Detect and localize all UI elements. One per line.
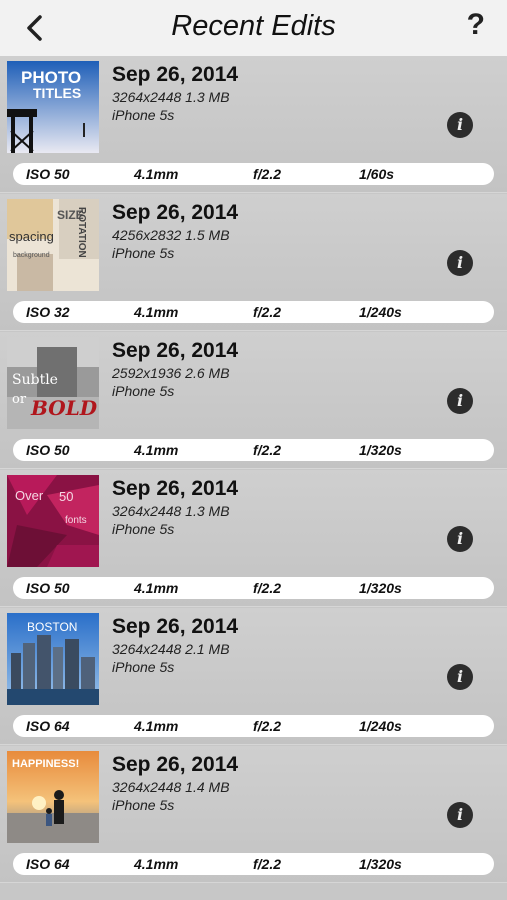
- thumb-text: BOLD: [30, 396, 98, 420]
- thumb-text: HAPPINESS!: [12, 758, 79, 770]
- thumb-text: TITLES: [33, 85, 81, 101]
- thumb-text: Over: [15, 488, 44, 503]
- focal-length-value: 4.1mm: [134, 856, 179, 872]
- info-icon[interactable]: i: [447, 112, 473, 138]
- device-name: iPhone 5s: [112, 797, 175, 813]
- device-name: iPhone 5s: [112, 245, 175, 261]
- exif-bar: ISO 64 4.1mm f/2.2 1/240s: [13, 715, 494, 737]
- focal-length-value: 4.1mm: [134, 166, 179, 182]
- iso-value: ISO 50: [26, 166, 70, 182]
- list-item[interactable]: PHOTO TITLES Sep 26, 2014 3264x2448 1.3 …: [0, 56, 507, 193]
- list-item[interactable]: HAPPINESS! Sep 26, 2014 3264x2448 1.4 MB…: [0, 746, 507, 883]
- edit-date: Sep 26, 2014: [112, 63, 239, 86]
- image-dimensions-size: 3264x2448 1.3 MB: [112, 503, 230, 519]
- aperture-value: f/2.2: [253, 304, 282, 320]
- photo-thumbnail[interactable]: BOSTON: [7, 613, 99, 705]
- exif-bar: ISO 64 4.1mm f/2.2 1/320s: [13, 853, 494, 875]
- shutter-speed-value: 1/320s: [359, 442, 402, 458]
- photo-thumbnail[interactable]: Over 50 fonts: [7, 475, 99, 567]
- photo-thumbnail[interactable]: Subtle or BOLD: [7, 337, 99, 429]
- nav-bar: Recent Edits ?: [0, 0, 507, 57]
- shutter-speed-value: 1/240s: [359, 718, 402, 734]
- iso-value: ISO 32: [26, 304, 70, 320]
- photo-thumbnail[interactable]: PHOTO TITLES: [7, 61, 99, 153]
- aperture-value: f/2.2: [253, 580, 282, 596]
- image-dimensions-size: 3264x2448 1.4 MB: [112, 779, 230, 795]
- image-dimensions-size: 3264x2448 1.3 MB: [112, 89, 230, 105]
- exif-bar: ISO 50 4.1mm f/2.2 1/60s: [13, 163, 494, 185]
- list-item[interactable]: Subtle or BOLD Sep 26, 2014 2592x1936 2.…: [0, 332, 507, 469]
- list-item[interactable]: Over 50 fonts Sep 26, 2014 3264x2448 1.3…: [0, 470, 507, 607]
- edit-date: Sep 26, 2014: [112, 201, 239, 224]
- thumb-text: background: [13, 252, 50, 259]
- image-dimensions-size: 3264x2448 2.1 MB: [112, 641, 230, 657]
- page-title: Recent Edits: [171, 10, 336, 42]
- shutter-speed-value: 1/60s: [359, 166, 395, 182]
- shutter-speed-value: 1/240s: [359, 304, 402, 320]
- focal-length-value: 4.1mm: [134, 304, 179, 320]
- thumb-text: 50: [59, 489, 73, 504]
- iso-value: ISO 64: [26, 718, 70, 734]
- recent-edits-list: PHOTO TITLES Sep 26, 2014 3264x2448 1.3 …: [0, 56, 507, 884]
- image-dimensions-size: 4256x2832 1.5 MB: [112, 227, 230, 243]
- edit-date: Sep 26, 2014: [112, 477, 239, 500]
- info-icon[interactable]: i: [447, 526, 473, 552]
- device-name: iPhone 5s: [112, 521, 175, 537]
- focal-length-value: 4.1mm: [134, 718, 179, 734]
- help-button[interactable]: ?: [467, 8, 485, 42]
- photo-thumbnail[interactable]: spacing SIZE ROTATION background: [7, 199, 99, 291]
- thumb-text: BOSTON: [27, 620, 77, 634]
- shutter-speed-value: 1/320s: [359, 856, 402, 872]
- list-item[interactable]: spacing SIZE ROTATION background Sep 26,…: [0, 194, 507, 331]
- device-name: iPhone 5s: [112, 107, 175, 123]
- exif-bar: ISO 50 4.1mm f/2.2 1/320s: [13, 577, 494, 599]
- iso-value: ISO 50: [26, 580, 70, 596]
- thumb-text: Subtle: [12, 372, 58, 388]
- image-dimensions-size: 2592x1936 2.6 MB: [112, 365, 230, 381]
- iso-value: ISO 50: [26, 442, 70, 458]
- focal-length-value: 4.1mm: [134, 442, 179, 458]
- device-name: iPhone 5s: [112, 659, 175, 675]
- aperture-value: f/2.2: [253, 166, 282, 182]
- thumb-text: fonts: [65, 515, 87, 526]
- aperture-value: f/2.2: [253, 856, 282, 872]
- edit-date: Sep 26, 2014: [112, 339, 239, 362]
- shutter-speed-value: 1/320s: [359, 580, 402, 596]
- info-icon[interactable]: i: [447, 388, 473, 414]
- info-icon[interactable]: i: [447, 664, 473, 690]
- photo-thumbnail[interactable]: HAPPINESS!: [7, 751, 99, 843]
- info-icon[interactable]: i: [447, 802, 473, 828]
- aperture-value: f/2.2: [253, 442, 282, 458]
- thumb-text: ROTATION: [76, 207, 87, 258]
- info-icon[interactable]: i: [447, 250, 473, 276]
- edit-date: Sep 26, 2014: [112, 615, 239, 638]
- focal-length-value: 4.1mm: [134, 580, 179, 596]
- edit-date: Sep 26, 2014: [112, 753, 239, 776]
- aperture-value: f/2.2: [253, 718, 282, 734]
- exif-bar: ISO 32 4.1mm f/2.2 1/240s: [13, 301, 494, 323]
- iso-value: ISO 64: [26, 856, 70, 872]
- exif-bar: ISO 50 4.1mm f/2.2 1/320s: [13, 439, 494, 461]
- list-item[interactable]: BOSTON Sep 26, 2014 3264x2448 2.1 MB iPh…: [0, 608, 507, 745]
- thumb-text: or: [12, 392, 27, 407]
- thumb-text: spacing: [9, 229, 54, 244]
- device-name: iPhone 5s: [112, 383, 175, 399]
